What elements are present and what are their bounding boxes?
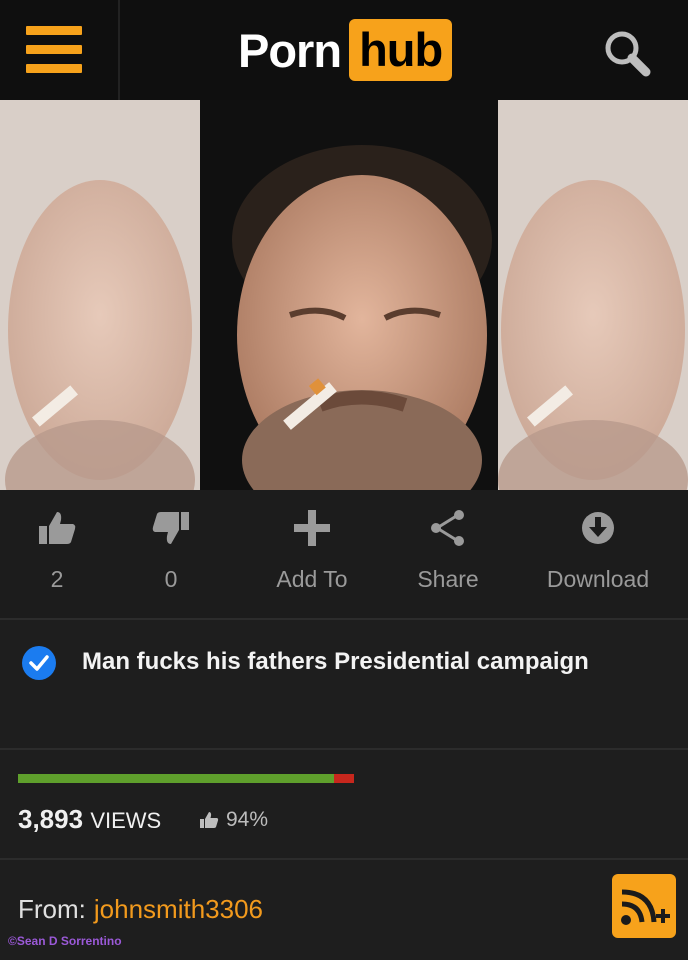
rating-bar [18, 774, 354, 783]
views-word: VIEWS [90, 808, 162, 833]
download-button[interactable]: Download [536, 508, 660, 604]
top-header: Porn hub [0, 0, 688, 100]
video-title: Man fucks his fathers Presidential campa… [82, 648, 589, 675]
hamburger-menu-icon[interactable] [26, 26, 82, 74]
add-to-button[interactable]: Add To [262, 508, 362, 604]
video-thumbnail[interactable] [0, 100, 688, 490]
logo-text-right: hub [349, 19, 453, 81]
watermark: ©Sean D Sorrentino [8, 934, 122, 948]
header-divider [118, 0, 120, 100]
plus-icon [294, 510, 330, 546]
rating-bar-fill [18, 774, 334, 783]
from-label: From: [18, 894, 86, 924]
action-bar: 2 0 Add To Share Download [0, 490, 688, 618]
like-button[interactable]: 2 [22, 508, 92, 604]
video-stats: 3,893 VIEWS 94% [0, 750, 688, 858]
like-count: 2 [50, 566, 64, 592]
uploader-link[interactable]: johnsmith3306 [94, 894, 263, 924]
logo-text-left: Porn [238, 23, 342, 77]
uploader-info: From: johnsmith3306 [18, 894, 263, 925]
add-to-label: Add To [276, 566, 348, 592]
thumbs-up-icon [39, 512, 76, 544]
rating-percent: 94% [198, 808, 268, 832]
dislike-count: 0 [164, 566, 178, 592]
views-count: 3,893 [18, 804, 84, 834]
download-label: Download [546, 566, 650, 592]
share-button[interactable]: Share [404, 508, 492, 604]
share-icon [431, 510, 464, 546]
rating-percent-value: 94% [226, 808, 269, 831]
verified-check-icon [22, 646, 56, 680]
site-logo[interactable]: Porn hub [238, 18, 453, 82]
uploader-row: From: johnsmith3306 ©Sean D Sorrentino [0, 860, 688, 960]
rss-subscribe-icon[interactable] [612, 874, 676, 938]
video-title-row: Man fucks his fathers Presidential campa… [0, 620, 688, 750]
dislike-button[interactable]: 0 [136, 508, 206, 604]
download-icon [582, 512, 614, 544]
thumbs-down-icon [152, 512, 189, 544]
share-label: Share [417, 566, 479, 592]
search-icon[interactable] [596, 24, 660, 80]
views-counter: 3,893 VIEWS [18, 804, 161, 835]
thumbs-up-icon [200, 812, 219, 828]
